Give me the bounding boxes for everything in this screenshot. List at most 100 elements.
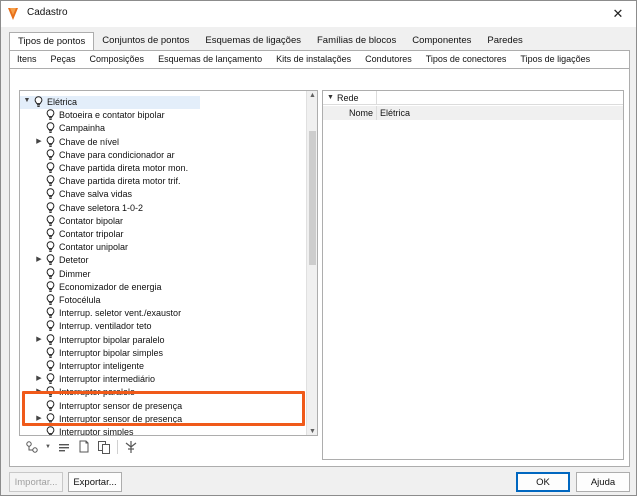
point-type-tree[interactable]: ▼ Elétrica Botoeira e contator bipolar Camp… (19, 90, 318, 436)
property-group-header[interactable]: ▼ Rede (323, 91, 623, 105)
toolbar-divider (117, 440, 118, 454)
expand-arrow-icon[interactable]: ▶ (35, 387, 43, 397)
scroll-thumb[interactable] (309, 131, 316, 265)
tree-item[interactable]: Chave para condicionador ar (20, 149, 306, 162)
tree-item[interactable]: ▶ Interruptor sensor de presença (20, 413, 306, 426)
tree-item-label: Interrup. ventilador teto (59, 321, 152, 332)
tree-item[interactable]: ▶ Detetor (20, 254, 306, 267)
tree-item-label: Chave seletora 1-0-2 (59, 202, 144, 213)
export-button[interactable]: Exportar... (68, 472, 122, 492)
lightbulb-icon (46, 413, 55, 425)
tree-item-label: Contator unipolar (59, 242, 129, 253)
tab-esquemas-de-ligacoes[interactable]: Esquemas de ligações (197, 32, 309, 50)
import-button[interactable]: Importar... (9, 472, 63, 492)
lightbulb-icon (46, 360, 55, 372)
tree-item[interactable]: Botoeira e contator bipolar (20, 109, 306, 122)
tab-tipos-de-ligacoes[interactable]: Tipos de ligações (513, 51, 597, 68)
expand-arrow-icon[interactable]: ▶ (35, 414, 43, 424)
tab-composicoes[interactable]: Composições (83, 51, 152, 68)
tab-kits-de-instalacoes[interactable]: Kits de instalações (269, 51, 358, 68)
tree-item-label: Chave de nível (59, 136, 120, 147)
tree-item[interactable]: Dimmer (20, 267, 306, 281)
tree-item[interactable]: Fotocélula (20, 294, 306, 307)
tree-item[interactable]: Interruptor simples (20, 426, 306, 435)
lightbulb-icon (46, 135, 55, 148)
scroll-down-icon[interactable]: ▼ (309, 428, 316, 435)
tree-scrollbar[interactable]: ▲ ▼ (306, 91, 317, 435)
property-value[interactable]: Elétrica (380, 108, 410, 118)
tab-esquemas-de-lancamento[interactable]: Esquemas de lançamento (151, 51, 269, 68)
tab-componentes[interactable]: Componentes (404, 32, 479, 50)
tree-item-label: Interruptor sensor de presença (59, 400, 183, 411)
dropdown-arrow-icon[interactable]: ▼ (45, 440, 51, 454)
tree-item-label: Interruptor bipolar paralelo (59, 334, 165, 345)
tree-item[interactable]: Interruptor sensor de presença (20, 399, 306, 413)
close-icon[interactable]: ✕ (600, 1, 636, 27)
title-bar: Cadastro ✕ (1, 1, 636, 27)
hierarchy-icon[interactable] (124, 440, 138, 454)
tree-item-label: Campainha (59, 123, 106, 134)
lightbulb-icon (46, 386, 55, 398)
tree-item-label: Dimmer (59, 268, 91, 279)
expand-arrow-icon[interactable]: ▶ (35, 374, 43, 384)
tree-item[interactable]: Economizador de energia (20, 281, 306, 294)
tree-item[interactable]: ▶ Interruptor bipolar paralelo (20, 333, 306, 347)
duplicate-icon[interactable] (77, 440, 91, 454)
tree-item[interactable]: Chave partida direta motor mon. (20, 162, 306, 175)
remove-icon[interactable] (57, 440, 71, 454)
lightbulb-icon (46, 149, 55, 161)
tab-content: ▼ Elétrica Botoeira e contator bipolar Camp… (9, 69, 630, 467)
tree-item[interactable]: ▶ Interruptor paralelo (20, 386, 306, 399)
tree-item[interactable]: Interruptor inteligente (20, 360, 306, 373)
tree-item-label: Interruptor inteligente (59, 361, 145, 371)
tree-item[interactable]: Chave salva vidas (20, 188, 306, 201)
tree-item[interactable]: ▶ Chave de nível (20, 135, 306, 149)
tree-root-item[interactable]: ▼ Elétrica (20, 96, 200, 109)
tree-item[interactable]: Chave partida direta motor trif. (20, 175, 306, 188)
tree-item-label: Interrup. seletor vent./exaustor (59, 308, 182, 319)
collapse-arrow-icon[interactable]: ▼ (23, 97, 31, 107)
lightbulb-icon (46, 281, 55, 293)
collapse-arrow-icon[interactable]: ▼ (327, 94, 334, 101)
tab-paredes[interactable]: Paredes (479, 32, 530, 50)
lightbulb-icon (46, 215, 55, 227)
lightbulb-icon (46, 228, 55, 240)
tree-item[interactable]: Contator unipolar (20, 241, 306, 254)
lightbulb-icon (46, 320, 55, 332)
expand-arrow-icon[interactable]: ▶ (35, 137, 43, 147)
lightbulb-icon (46, 333, 55, 346)
copy-icon[interactable] (97, 440, 111, 454)
tab-familias-de-blocos[interactable]: Famílias de blocos (309, 32, 404, 50)
tree-item[interactable]: Contator bipolar (20, 215, 306, 228)
tree-item[interactable]: Campainha (20, 122, 306, 135)
property-row-nome[interactable]: Nome Elétrica (323, 106, 623, 120)
ok-button[interactable]: OK (516, 472, 570, 492)
tree-item-label: Interruptor bipolar simples (59, 347, 164, 358)
tree-item-label: Botoeira e contator bipolar (59, 110, 165, 121)
scroll-up-icon[interactable]: ▲ (309, 92, 316, 99)
expand-arrow-icon[interactable]: ▶ (35, 255, 43, 265)
tab-tipos-de-conectores[interactable]: Tipos de conectores (419, 51, 514, 68)
tree-item[interactable]: Interrup. ventilador teto (20, 320, 306, 333)
help-button[interactable]: Ajuda (576, 472, 630, 492)
tree-item[interactable]: Interruptor bipolar simples (20, 347, 306, 360)
tree-item-label: Detetor (59, 255, 89, 266)
tree-item-label: Contator tripolar (59, 229, 124, 239)
tab-pecas[interactable]: Peças (44, 51, 83, 68)
add-node-icon[interactable] (25, 440, 39, 454)
expand-arrow-icon[interactable]: ▶ (35, 335, 43, 345)
tree-item-label: Interruptor intermediário (59, 374, 156, 385)
tree-item-label: Chave partida direta motor trif. (59, 176, 181, 187)
tree-item-label: Chave para condicionador ar (59, 149, 175, 160)
tab-conjuntos-de-pontos[interactable]: Conjuntos de pontos (94, 32, 197, 50)
tab-tipos-de-pontos[interactable]: Tipos de pontos (9, 32, 95, 50)
tree-item[interactable]: Chave seletora 1-0-2 (20, 201, 306, 215)
tree-item[interactable]: Interrup. seletor vent./exaustor (20, 307, 306, 320)
tab-itens[interactable]: Itens (10, 51, 44, 68)
tree-item-label: Elétrica (47, 97, 78, 107)
tree-item[interactable]: ▶ Interruptor intermediário (20, 373, 306, 386)
lightbulb-icon (46, 122, 55, 134)
tab-condutores[interactable]: Condutores (358, 51, 419, 68)
tree-item[interactable]: Contator tripolar (20, 228, 306, 241)
lightbulb-icon (46, 188, 55, 200)
